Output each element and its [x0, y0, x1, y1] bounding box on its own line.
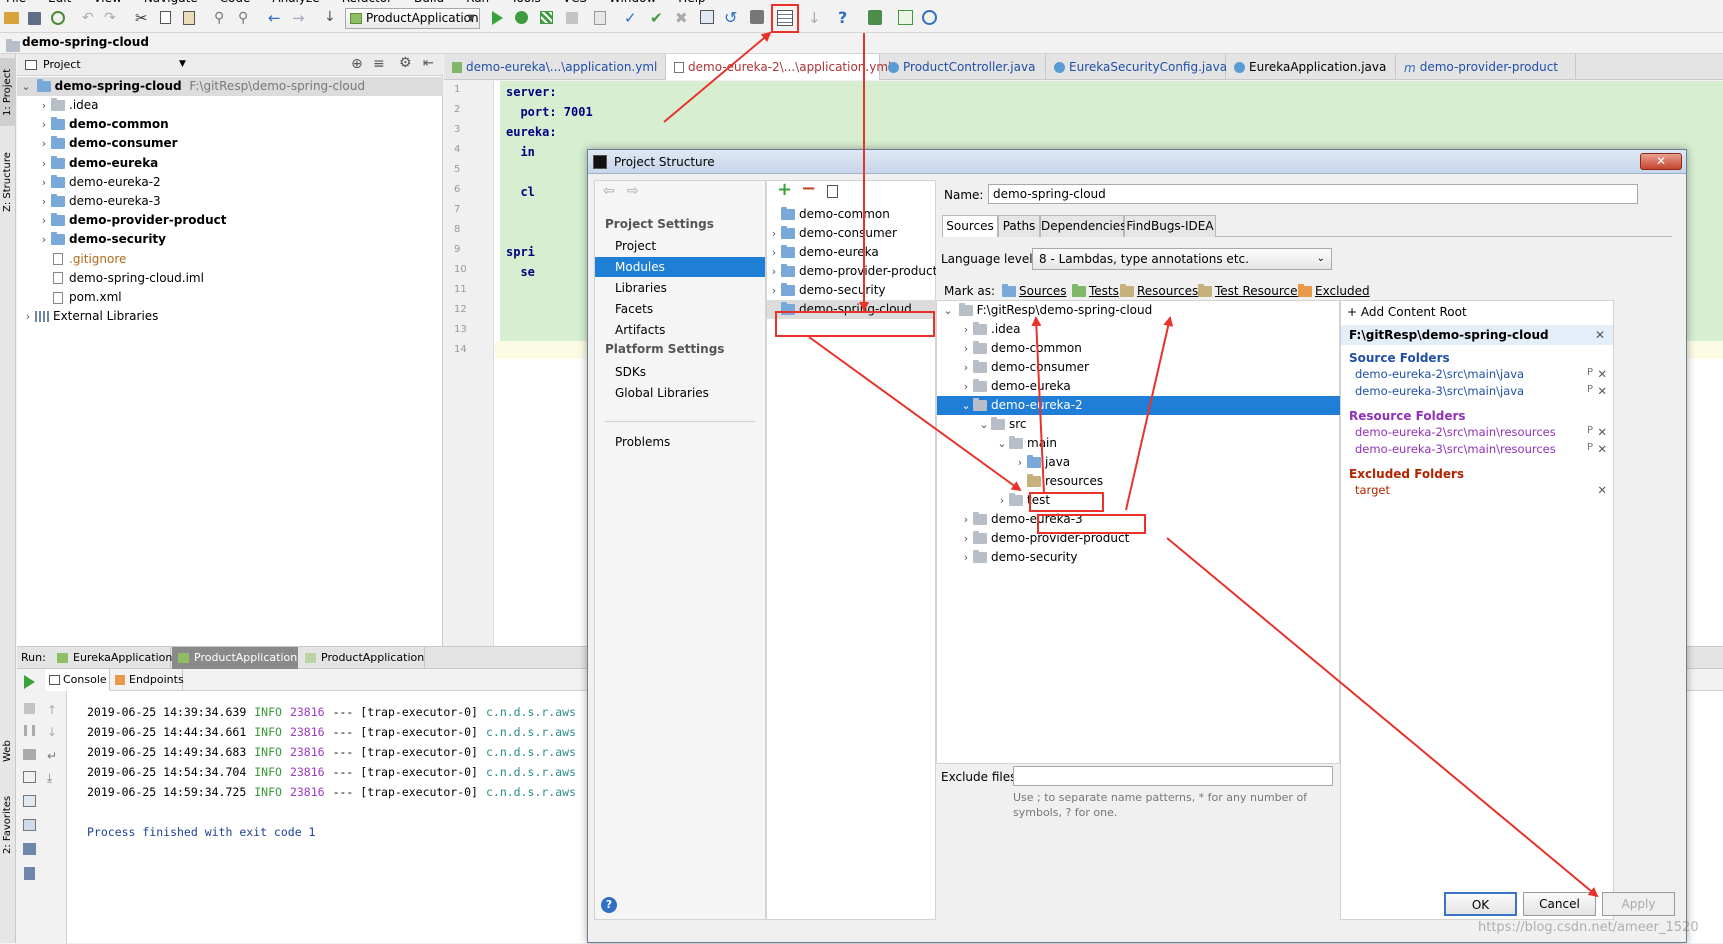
- arrow-resources-to-resources: [1125, 316, 1174, 511]
- arrow-module-to-java: [808, 336, 1022, 492]
- annotation-arrows: [663, 31, 1599, 898]
- arrow-java-to-sources: [1031, 316, 1045, 495]
- arrow-editor-to-toolbar: [663, 31, 772, 123]
- arrow-to-apply: [1166, 537, 1599, 898]
